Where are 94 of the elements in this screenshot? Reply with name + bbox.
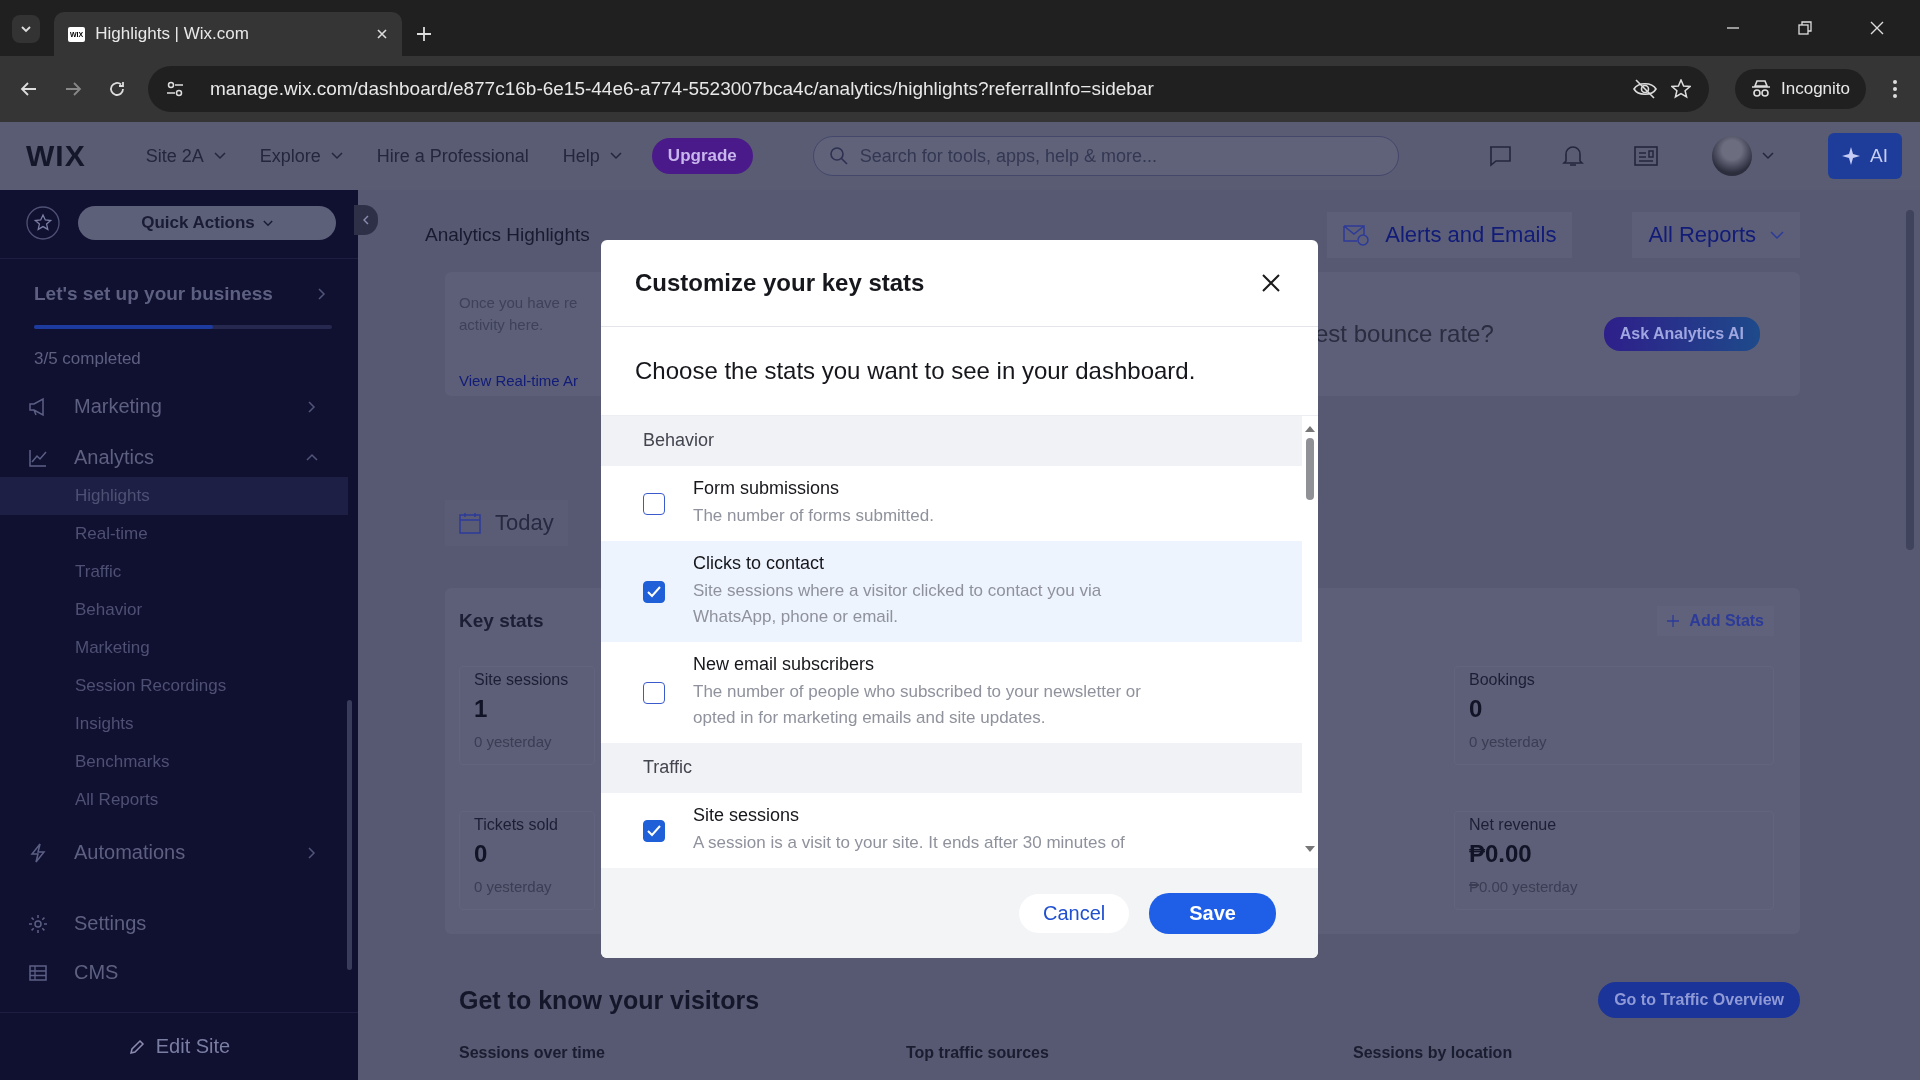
checkbox[interactable] bbox=[643, 819, 665, 842]
menu-icon[interactable] bbox=[1892, 79, 1898, 99]
option-description: A session is a visit to your site. It ends after 30 minutes of bbox=[693, 832, 1125, 854]
gear-icon bbox=[28, 913, 48, 934]
sidebar-subitem[interactable]: Session Recordings bbox=[0, 667, 348, 705]
traffic-overview-button[interactable]: Go to Traffic Overview bbox=[1598, 982, 1800, 1018]
sidebar-item[interactable]: Settings bbox=[0, 904, 358, 943]
checkbox[interactable] bbox=[643, 492, 665, 515]
alerts-and-emails-button[interactable]: Alerts and Emails bbox=[1327, 212, 1573, 258]
panel-title: Sessions by location bbox=[1353, 1044, 1514, 1062]
stat-option[interactable]: Form submissions The number of forms submitted. bbox=[601, 466, 1302, 541]
option-description: The number of forms submitted. bbox=[693, 505, 934, 527]
progress-text: 3/5 completed bbox=[34, 349, 142, 369]
sidebar-item[interactable]: Automations bbox=[0, 833, 358, 872]
section-header: Behavior bbox=[601, 416, 1302, 466]
chart-icon bbox=[28, 447, 48, 468]
panel-title: Top traffic sources bbox=[906, 1044, 1050, 1062]
close-icon[interactable] bbox=[1262, 274, 1280, 292]
section-header: Traffic bbox=[601, 743, 1302, 793]
stat-option[interactable]: Clicks to contact Site sessions where a visitor clicked to contact you via WhatsApp, phone or email. bbox=[601, 541, 1302, 642]
checkmark-icon bbox=[647, 824, 661, 837]
dialog-subtitle: Choose the stats you want to see in your dashboard. bbox=[634, 356, 1197, 386]
back-icon[interactable] bbox=[20, 80, 38, 98]
stat-name: Bookings bbox=[1469, 671, 1536, 689]
stat-value: ₱0.00 bbox=[1469, 840, 1533, 868]
caret-icon bbox=[262, 219, 273, 227]
avatar[interactable] bbox=[1712, 136, 1753, 176]
upgrade-button[interactable]: Upgrade bbox=[651, 138, 753, 174]
option-description: Site sessions where a visitor clicked to contact you via WhatsApp, phone or email. bbox=[693, 580, 1103, 628]
sidebar-subitem[interactable]: Marketing bbox=[0, 629, 348, 667]
reload-icon[interactable] bbox=[108, 80, 126, 98]
stat-option[interactable]: Site sessions A session is a visit to your site. It ends after 30 minutes of bbox=[601, 793, 1302, 868]
sidebar-subitem[interactable]: Benchmarks bbox=[0, 743, 348, 781]
sidebar-item[interactable]: Marketing bbox=[0, 387, 358, 426]
ai-button[interactable]: AI bbox=[1828, 133, 1902, 179]
real-time-link[interactable]: View Real-time Ar bbox=[459, 372, 578, 389]
section-title: Get to know your visitors bbox=[459, 985, 760, 1015]
site-settings-icon[interactable] bbox=[166, 80, 184, 98]
address-bar[interactable]: manage.wix.com/dashboard/e877c16b-6e15-44e6-a774-5523007bca4c/analytics/highlights?referralInfo=sidebar bbox=[148, 66, 1709, 112]
cancel-button[interactable]: Cancel bbox=[1019, 893, 1130, 933]
scroll-down-icon[interactable] bbox=[1305, 846, 1315, 852]
stat-name: Net revenue bbox=[1469, 816, 1558, 834]
panel-title: Sessions over time bbox=[459, 1044, 606, 1062]
url-text: manage.wix.com/dashboard/e877c16b-6e15-44e6-a774-5523007bca4c/analytics/highlights?referralInfo=sidebar bbox=[210, 78, 1154, 100]
checkbox[interactable] bbox=[643, 580, 665, 603]
chevron-right-icon[interactable] bbox=[318, 288, 326, 300]
sidebar-subitem[interactable]: Traffic bbox=[0, 553, 348, 591]
plus-icon bbox=[1667, 615, 1680, 627]
caret-icon bbox=[1770, 230, 1784, 240]
save-button[interactable]: Save bbox=[1149, 892, 1276, 934]
stat-name: Site sessions bbox=[474, 671, 570, 689]
page-title: Analytics Highlights bbox=[425, 224, 590, 246]
stat-name: Tickets sold bbox=[474, 816, 559, 834]
dialog-title: Customize your key stats bbox=[635, 269, 925, 297]
stat-value: 1 bbox=[474, 695, 489, 723]
envelope-icon bbox=[1343, 223, 1372, 247]
sidebar-subitem[interactable]: Real-time bbox=[0, 515, 348, 553]
sidebar-item[interactable]: Analytics bbox=[0, 438, 358, 477]
wix-logo[interactable]: WIX bbox=[26, 139, 86, 173]
checkbox[interactable] bbox=[643, 681, 665, 704]
new-tab-icon[interactable] bbox=[416, 26, 432, 42]
setup-title[interactable]: Let's set up your business bbox=[34, 283, 273, 305]
table-icon bbox=[28, 962, 48, 983]
lightning-icon bbox=[28, 842, 48, 863]
stat-value: 0 bbox=[1469, 695, 1484, 723]
stat-value: 0 bbox=[474, 840, 489, 868]
scrollbar[interactable] bbox=[347, 700, 352, 970]
sidebar-item[interactable]: CMS bbox=[0, 953, 358, 992]
all-reports-dropdown[interactable]: All Reports bbox=[1632, 212, 1800, 258]
scroll-up-icon[interactable] bbox=[1305, 426, 1315, 432]
option-label: Form submissions bbox=[693, 478, 841, 499]
sidebar-subitem[interactable]: Behavior bbox=[0, 591, 348, 629]
option-description: The number of people who subscribed to your newsletter or opted in for marketing emails and site updates. bbox=[693, 681, 1142, 729]
incognito-icon bbox=[1751, 80, 1771, 98]
option-label: Clicks to contact bbox=[693, 553, 826, 574]
chevron-left-icon bbox=[362, 215, 370, 225]
calendar-icon bbox=[459, 512, 481, 534]
option-label: New email subscribers bbox=[693, 654, 876, 675]
sidebar-subitem[interactable]: All Reports bbox=[0, 781, 348, 819]
stat-option[interactable]: New email subscribers The number of people who subscribed to your newsletter or opted in for marketing emails and site updates. bbox=[601, 642, 1302, 743]
close-tab-icon[interactable] bbox=[376, 28, 388, 40]
tab-search-icon[interactable] bbox=[12, 15, 40, 43]
pencil-icon bbox=[127, 1037, 146, 1056]
forward-icon[interactable] bbox=[64, 80, 82, 98]
incognito-badge[interactable]: Incognito bbox=[1735, 69, 1866, 109]
ask-analytics-ai-button[interactable]: Ask Analytics AI bbox=[1603, 317, 1760, 351]
section-title: Key stats bbox=[459, 610, 544, 632]
sidebar-subitem[interactable]: Insights bbox=[0, 705, 348, 743]
restore-icon[interactable] bbox=[1798, 21, 1812, 35]
option-label: Site sessions bbox=[693, 805, 801, 826]
checkmark-icon bbox=[647, 585, 661, 598]
eye-slash-icon[interactable] bbox=[1633, 79, 1657, 99]
scrollbar[interactable] bbox=[1306, 438, 1314, 500]
quick-actions-button[interactable]: Quick Actions bbox=[78, 206, 336, 240]
